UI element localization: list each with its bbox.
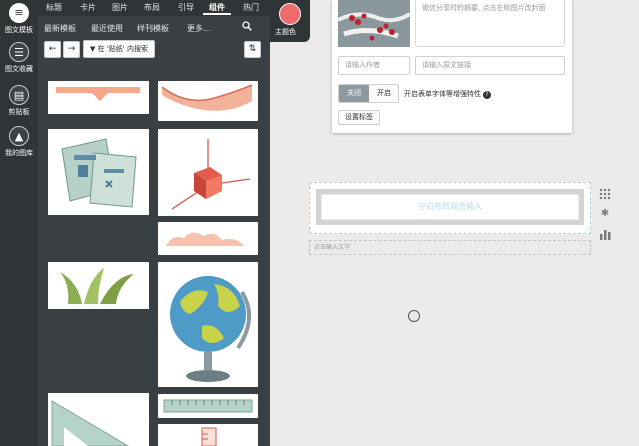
tab-recent[interactable]: 最近使用 [91, 23, 123, 34]
sticker-thumb[interactable] [48, 262, 149, 309]
globe-sticker-image [170, 276, 251, 382]
rail-item-templates[interactable]: ≡ 图文模板 [0, 3, 38, 35]
sticker-thumb[interactable] [48, 81, 149, 114]
tab-sample-templates[interactable]: 样刊模板 [137, 23, 169, 34]
left-rail: ≡ 图文模板 ☰ 图文收藏 ▤ 剪贴板 ▲ 我的图库 [0, 0, 38, 446]
primary-tabs: 标题 卡片 图片 布局 引导 组件 热门 [38, 0, 270, 16]
image-gallery-icon: ▲ [9, 126, 29, 146]
set-square-sticker-image [51, 400, 129, 446]
rail-item-label: 剪贴板 [8, 108, 30, 116]
tab-latest-templates[interactable]: 最新模板 [44, 23, 76, 34]
rail-item-favorites[interactable]: ☰ 图文收藏 [0, 42, 38, 74]
rail-item-gallery[interactable]: ▲ 我的图库 [0, 126, 38, 158]
author-input[interactable]: 请输入作者 [338, 56, 410, 75]
tab-more[interactable]: 更多... [187, 23, 211, 34]
set-tag-button[interactable]: 设置标签 [338, 110, 380, 125]
list-icon: ≡ [9, 3, 29, 23]
theme-color-button[interactable]: 主题色 [270, 0, 310, 42]
search-icon[interactable] [242, 21, 252, 31]
cover-image[interactable] [338, 0, 410, 47]
3d-axes-cube-sticker-image [171, 139, 251, 210]
next-button[interactable]: → [63, 41, 80, 58]
wave-sticker-image [161, 84, 253, 111]
bar-chart-icon[interactable] [599, 228, 611, 240]
sticker-thumb[interactable] [158, 129, 258, 216]
sticker-thumb[interactable] [158, 222, 258, 255]
rail-item-label: 图文模板 [5, 26, 33, 34]
cloud-sticker-image [166, 232, 244, 246]
rail-item-clipboard[interactable]: ▤ 剪贴板 [0, 85, 38, 117]
active-tab-underline [203, 13, 231, 15]
tab-layout[interactable]: 布局 [144, 2, 160, 13]
rail-item-label: 我的图库 [5, 149, 33, 157]
sticker-thumb[interactable] [48, 129, 149, 215]
secondary-tabs: 最新模板 最近使用 样刊模板 更多... [38, 16, 270, 38]
search-in-stickers-button[interactable]: ▼ 在 '贴纸' 内搜索 [83, 40, 155, 58]
article-settings-card: 微信分享时的摘要, 点击左侧图片改封面 请输入作者 请输入原文链接 关闭 开启 … [332, 0, 572, 133]
theme-color-label: 主题色 [275, 28, 296, 36]
bookmark-list-icon: ☰ [9, 42, 29, 62]
test-tube-sticker-image [201, 427, 217, 446]
sticker-thumb[interactable] [158, 81, 258, 121]
toggle-label-wrap: 开启表单字体等增强特性? [404, 89, 491, 99]
clipboard-icon: ▤ [9, 85, 29, 105]
template-panel: 标题 卡片 图片 布局 引导 组件 热门 最新模板 最近使用 样刊模板 更多..… [38, 0, 270, 446]
source-link-input[interactable]: 请输入原文链接 [415, 56, 565, 75]
settings-asterisk-icon[interactable]: ✱ [599, 208, 611, 220]
mouse-cursor [408, 310, 420, 322]
tab-guide[interactable]: 引导 [178, 2, 194, 13]
sticker-thumb[interactable] [158, 394, 258, 418]
rail-item-label: 图文收藏 [5, 65, 33, 73]
tab-components[interactable]: 组件 [209, 2, 225, 13]
sticker-thumb[interactable] [158, 262, 258, 387]
summary-field[interactable]: 微信分享时的摘要, 点击左侧图片改封面 [415, 0, 565, 47]
help-icon[interactable]: ? [483, 91, 491, 99]
toggle-label: 开启表单字体等增强特性 [404, 90, 481, 98]
ribbon-sticker-image [56, 87, 140, 101]
toggle-off-button[interactable]: 关闭 [339, 85, 369, 102]
tab-popular[interactable]: 热门 [243, 2, 259, 13]
tab-image[interactable]: 图片 [112, 2, 128, 13]
theme-color-swatch [279, 3, 301, 25]
documents-sticker-image [61, 138, 137, 208]
sort-button[interactable]: ⇅ [244, 41, 261, 58]
caption-input[interactable]: 点击输入文字 [309, 240, 591, 255]
drag-grid-icon[interactable] [599, 188, 611, 200]
tab-title[interactable]: 标题 [46, 2, 62, 13]
toggle-on-button[interactable]: 开启 [369, 85, 398, 102]
tab-card[interactable]: 卡片 [80, 2, 96, 13]
ruler-sticker-image [163, 399, 253, 413]
grass-sticker-image [60, 268, 134, 304]
layout-block-placeholder[interactable]: 空白布局双击输入 [321, 194, 579, 220]
layout-block[interactable]: 空白布局双击输入 [309, 182, 591, 234]
sticker-thumb[interactable] [158, 424, 258, 446]
berries-cover-image [338, 0, 410, 47]
enhance-features-toggle: 关闭 开启 [338, 84, 399, 103]
sticker-thumb[interactable] [48, 393, 149, 446]
prev-button[interactable]: ← [44, 41, 61, 58]
